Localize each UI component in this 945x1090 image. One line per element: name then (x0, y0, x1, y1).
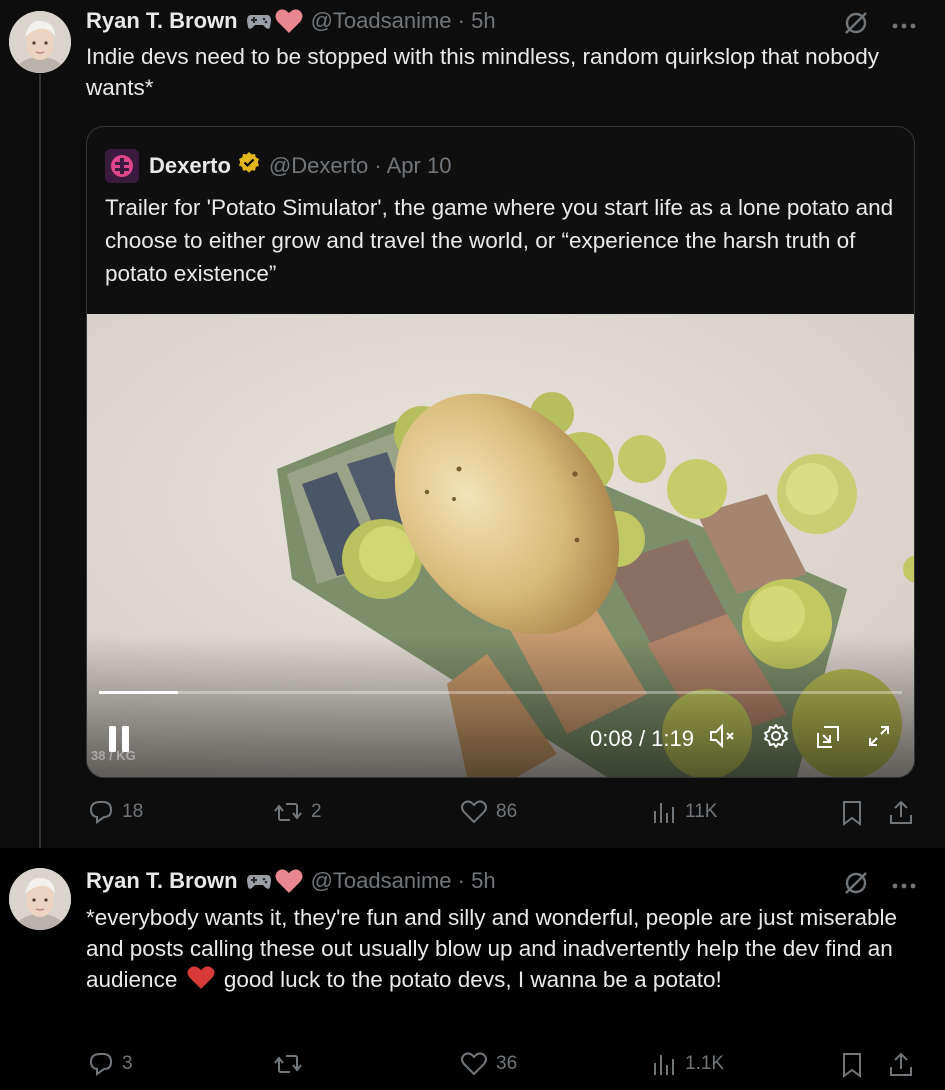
share-button[interactable] (888, 1051, 914, 1079)
views-chart-icon (654, 803, 674, 823)
view-count: 1.1K (685, 1053, 725, 1074)
fullscreen-icon[interactable] (866, 723, 892, 755)
grok-icon[interactable] (843, 10, 869, 41)
views-chart-icon (654, 1055, 674, 1075)
reply-count: 3 (122, 1053, 133, 1074)
post-header: Ryan T. Brown @Toadsanime · 5h (86, 8, 496, 34)
repost-icon (274, 803, 302, 821)
more-icon[interactable] (891, 17, 917, 35)
post-text: *everybody wants it, they're fun and sil… (86, 902, 926, 998)
pink-heart-icon (275, 868, 303, 894)
repost-icon (274, 1055, 302, 1073)
reply-icon (89, 1053, 113, 1076)
reply-button[interactable]: 18 (88, 799, 143, 825)
bookmark-icon (843, 801, 861, 826)
video-progress-fill (99, 691, 178, 694)
bookmark-button[interactable] (840, 1051, 864, 1079)
pause-icon[interactable] (107, 724, 133, 759)
settings-gear-icon[interactable] (762, 722, 790, 756)
views-button[interactable]: 1.1K (651, 1051, 724, 1077)
red-heart-icon (187, 966, 215, 998)
handle-time[interactable]: @Toadsanime · 5h (311, 8, 496, 34)
view-count: 11K (685, 801, 718, 822)
avatar[interactable] (9, 868, 71, 930)
post-text: Indie devs need to be stopped with this … (86, 44, 879, 100)
reply-button[interactable]: 3 (88, 1051, 133, 1077)
top-icons (843, 10, 917, 41)
share-icon (890, 800, 912, 824)
like-heart-icon (461, 800, 487, 824)
bookmark-button[interactable] (840, 799, 864, 827)
mute-icon[interactable] (708, 723, 738, 755)
author-name[interactable]: Ryan T. Brown (86, 8, 238, 34)
verified-badge-icon (237, 151, 261, 181)
share-icon (890, 1052, 912, 1076)
quote-header: Dexerto @Dexerto · Apr 10 (105, 149, 451, 183)
author-name[interactable]: Ryan T. Brown (86, 868, 238, 894)
pink-heart-icon (275, 8, 303, 34)
top-icons (843, 870, 917, 901)
thread-line (39, 74, 41, 860)
like-heart-icon (461, 1052, 487, 1076)
video-controls: 0:08 / 1:19 (590, 722, 892, 756)
like-button[interactable]: 86 (460, 799, 517, 825)
post-1-actions: 18 2 86 11K (88, 799, 918, 829)
views-button[interactable]: 11K (651, 799, 717, 825)
avatar[interactable] (9, 11, 71, 73)
repost-button[interactable]: 2 (273, 799, 322, 825)
quote-handle-time[interactable]: @Dexerto · Apr 10 (269, 153, 452, 179)
reply-icon (89, 801, 113, 824)
quoted-post[interactable]: Dexerto @Dexerto · Apr 10 Trailer for 'P… (86, 126, 915, 778)
video-frame (87, 314, 914, 777)
more-icon[interactable] (891, 877, 917, 895)
quote-author[interactable]: Dexerto (149, 153, 231, 179)
grok-icon[interactable] (843, 870, 869, 901)
post-text-part-2: good luck to the potato devs, I wanna be… (223, 967, 722, 992)
reply-count: 18 (122, 801, 144, 822)
like-count: 36 (496, 1053, 518, 1074)
handle-time[interactable]: @Toadsanime · 5h (311, 868, 496, 894)
pip-icon[interactable] (814, 722, 842, 756)
post-2-actions: 3 36 1.1K (88, 1051, 918, 1081)
game-controller-icon (246, 871, 272, 891)
repost-button[interactable] (273, 1051, 311, 1077)
post-header: Ryan T. Brown @Toadsanime · 5h (86, 868, 496, 894)
game-controller-icon (246, 11, 272, 31)
like-button[interactable]: 36 (460, 1051, 517, 1077)
quote-text: Trailer for 'Potato Simulator', the game… (105, 195, 894, 286)
video-player[interactable]: 38 / KG 0:08 / 1:19 (87, 314, 914, 777)
share-button[interactable] (888, 799, 914, 827)
video-time: 0:08 / 1:19 (590, 726, 694, 751)
video-progress-bar[interactable] (99, 691, 902, 694)
repost-count: 2 (311, 801, 322, 822)
dexerto-logo (105, 149, 139, 183)
like-count: 86 (496, 801, 518, 822)
bookmark-icon (843, 1053, 861, 1078)
